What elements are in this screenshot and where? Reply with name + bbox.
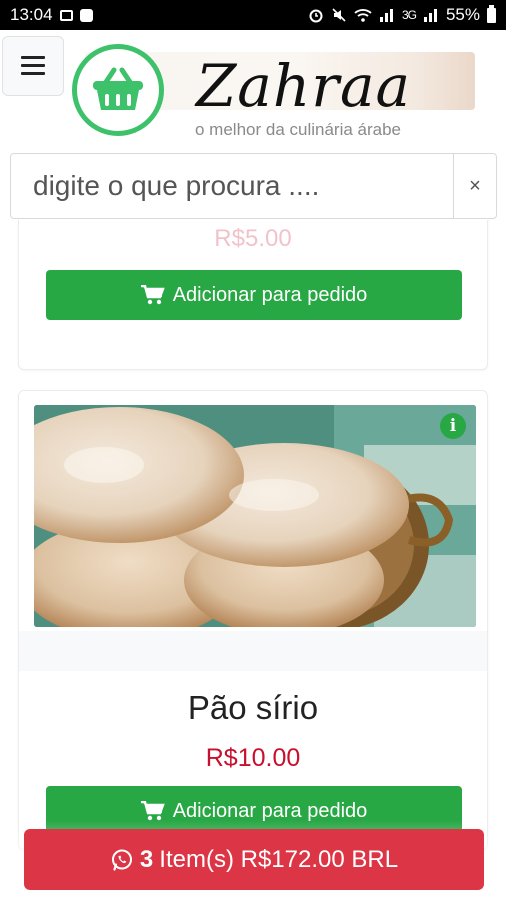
add-to-order-button[interactable]: Adicionar para pedido bbox=[46, 270, 462, 320]
signal-icon bbox=[379, 9, 393, 22]
product-card: R$5.00 Adicionar para pedido bbox=[18, 220, 488, 370]
product-name: Pão sírio bbox=[187, 689, 319, 726]
battery-icon bbox=[487, 4, 496, 23]
whatsapp-icon bbox=[111, 849, 132, 871]
header: Zahraa o melhor da culinária árabe bbox=[0, 30, 506, 152]
product-price: R$5.00 bbox=[214, 225, 292, 252]
search-input[interactable] bbox=[11, 153, 453, 219]
cart-summary-button[interactable]: 3 Item(s) R$172.00 BRL bbox=[24, 829, 484, 890]
signal-icon-2 bbox=[423, 9, 437, 22]
pita-bread-photo bbox=[34, 405, 476, 627]
cart-summary-text: Item(s) R$172.00 BRL bbox=[159, 845, 399, 873]
cart-icon bbox=[140, 285, 165, 305]
wifi-icon bbox=[354, 9, 372, 22]
product-card: i Pão sírio R$10.00 Adicionar para pedid… bbox=[18, 390, 488, 850]
status-left: 13:04 bbox=[10, 5, 93, 25]
search-box: × bbox=[10, 153, 497, 219]
basket-icon bbox=[93, 67, 143, 110]
add-to-order-label: Adicionar para pedido bbox=[172, 283, 368, 306]
status-time: 13:04 bbox=[10, 5, 53, 24]
brand-tagline: o melhor da culinária árabe bbox=[195, 120, 402, 139]
hamburger-icon bbox=[21, 56, 45, 76]
gallery-notification-icon bbox=[59, 9, 73, 21]
app-notification-icon bbox=[79, 8, 93, 22]
product-image[interactable]: i bbox=[34, 405, 476, 627]
search-clear-button[interactable]: × bbox=[453, 154, 496, 218]
network-type: 3G bbox=[401, 8, 417, 22]
alarm-icon bbox=[309, 9, 323, 23]
menu-button[interactable] bbox=[2, 36, 64, 96]
info-icon[interactable]: i bbox=[440, 413, 466, 439]
product-price: R$10.00 bbox=[205, 744, 301, 772]
image-footer bbox=[19, 631, 487, 671]
brand-name: Zahraa bbox=[196, 52, 412, 120]
product-list: R$5.00 Adicionar para pedido i Pão sírio… bbox=[0, 220, 506, 900]
cart-count: 3 bbox=[139, 845, 154, 873]
logo[interactable] bbox=[72, 44, 164, 136]
battery-percent: 55% bbox=[445, 5, 480, 24]
status-right: 3G 55% bbox=[308, 4, 496, 25]
mute-icon bbox=[332, 8, 346, 22]
status-bar: 13:04 3G 55% bbox=[0, 0, 506, 30]
cart-icon bbox=[140, 801, 165, 821]
